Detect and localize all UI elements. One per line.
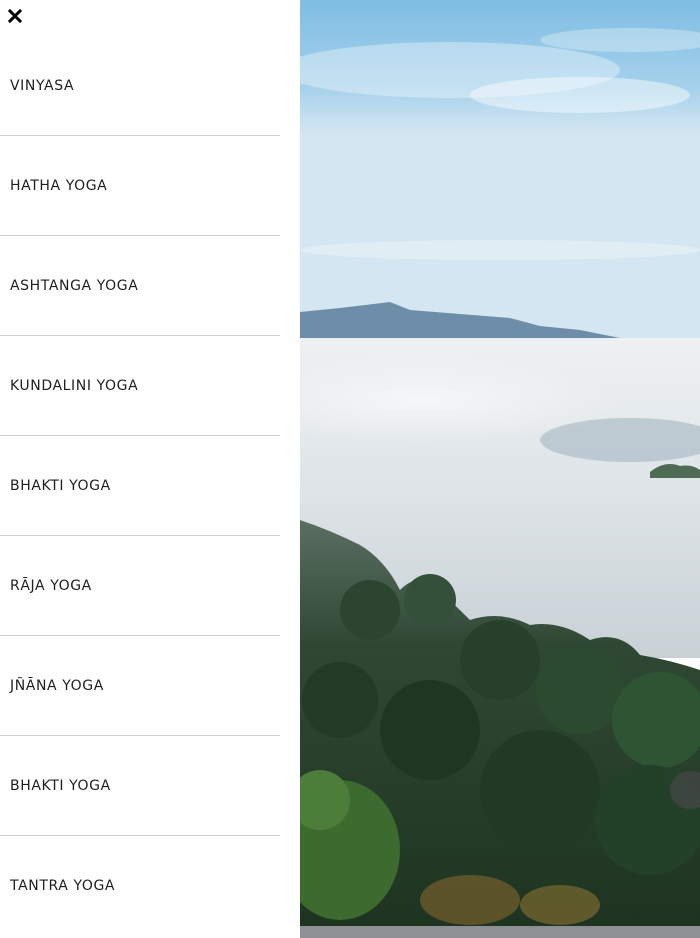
menu-item-jnana-yoga[interactable]: JÑĀNA YOGA [0, 636, 280, 736]
side-menu-panel: VINYASA HATHA YOGA ASHTANGA YOGA KUNDALI… [0, 0, 300, 938]
menu-item-ashtanga-yoga[interactable]: ASHTANGA YOGA [0, 236, 280, 336]
menu-item-label: BHAKTI YOGA [10, 777, 111, 794]
menu-item-raja-yoga[interactable]: RĀJA YOGA [0, 536, 280, 636]
close-icon [8, 9, 22, 23]
menu-item-label: KUNDALINI YOGA [10, 377, 139, 394]
menu-item-kundalini-yoga[interactable]: KUNDALINI YOGA [0, 336, 280, 436]
menu-item-label: VINYASA [10, 77, 75, 94]
menu-item-bhakti-yoga-2[interactable]: BHAKTI YOGA [0, 736, 280, 836]
scroll-handle[interactable] [670, 771, 700, 809]
background-landscape-image [300, 0, 700, 938]
menu-item-label: TANTRA YOGA [10, 878, 116, 894]
menu-item-tantra-yoga[interactable]: TANTRA YOGA [0, 836, 280, 936]
menu-item-label: RĀJA YOGA [10, 577, 92, 594]
menu-item-label: BHAKTI YOGA [10, 477, 111, 494]
menu-item-label: HATHA YOGA [10, 177, 108, 194]
misty-mountain-forest-photo [300, 0, 700, 938]
menu-item-bhakti-yoga[interactable]: BHAKTI YOGA [0, 436, 280, 536]
close-menu-button[interactable] [4, 5, 26, 27]
menu-item-label: ASHTANGA YOGA [10, 277, 139, 294]
menu-item-vinyasa[interactable]: VINYASA [0, 36, 280, 136]
menu-item-hatha-yoga[interactable]: HATHA YOGA [0, 136, 280, 236]
menu-item-label: JÑĀNA YOGA [10, 677, 104, 694]
yoga-style-menu-list: VINYASA HATHA YOGA ASHTANGA YOGA KUNDALI… [0, 36, 280, 936]
